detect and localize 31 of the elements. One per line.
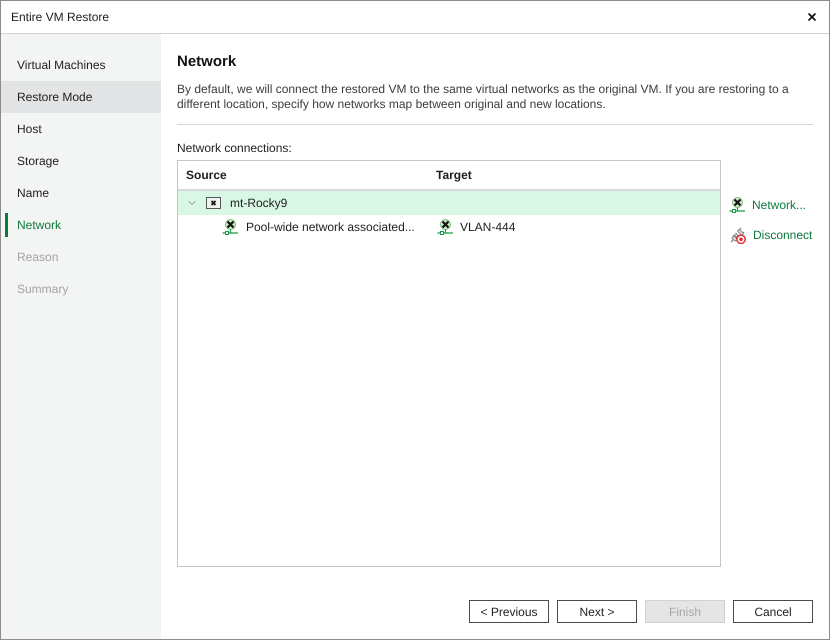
sidebar-item[interactable]: Network: [1, 209, 161, 241]
dialog-button[interactable]: Next >: [557, 600, 637, 623]
sidebar-item[interactable]: Virtual Machines: [1, 49, 161, 81]
network-icon: [222, 219, 238, 235]
column-header[interactable]: Target: [428, 168, 720, 182]
close-icon: [806, 11, 818, 23]
vm-icon: [206, 197, 221, 209]
sidebar-item[interactable]: Restore Mode: [1, 81, 161, 113]
disconnect-icon: [729, 226, 746, 244]
tree-row[interactable]: mt-Rocky9: [178, 191, 720, 215]
column-header[interactable]: Source: [178, 168, 428, 182]
connections-label: Network connections:: [177, 141, 293, 156]
sidebar-item[interactable]: Storage: [1, 145, 161, 177]
dialog-button[interactable]: < Previous: [469, 600, 549, 623]
disconnect-link[interactable]: Disconnect: [729, 223, 813, 247]
tree-row[interactable]: Pool-wide network associated... VLAN-444: [178, 215, 720, 239]
page-description: By default, we will connect the restored VM to the same virtual networks as the original VM. If you are restoring to a different location, specify how networks map between original and new locations.: [177, 82, 790, 112]
network-link[interactable]: Network...: [729, 193, 813, 217]
window-title: Entire VM Restore: [11, 10, 110, 24]
network-icon: [729, 197, 745, 213]
dialog-button[interactable]: Cancel: [733, 600, 813, 623]
target-network: VLAN-444: [460, 220, 516, 234]
vm-name: mt-Rocky9: [230, 196, 288, 210]
close-button[interactable]: [806, 11, 818, 23]
network-icon: [437, 219, 453, 235]
sidebar-item[interactable]: Host: [1, 113, 161, 145]
selection-indicator: [5, 213, 8, 237]
source-network: Pool-wide network associated...: [246, 220, 415, 234]
connections-table[interactable]: Source Target mt-Rocky9 Pool-wide network associated... VLAN-444: [177, 160, 721, 567]
sidebar-item[interactable]: Name: [1, 177, 161, 209]
page-title: Network: [177, 52, 238, 72]
